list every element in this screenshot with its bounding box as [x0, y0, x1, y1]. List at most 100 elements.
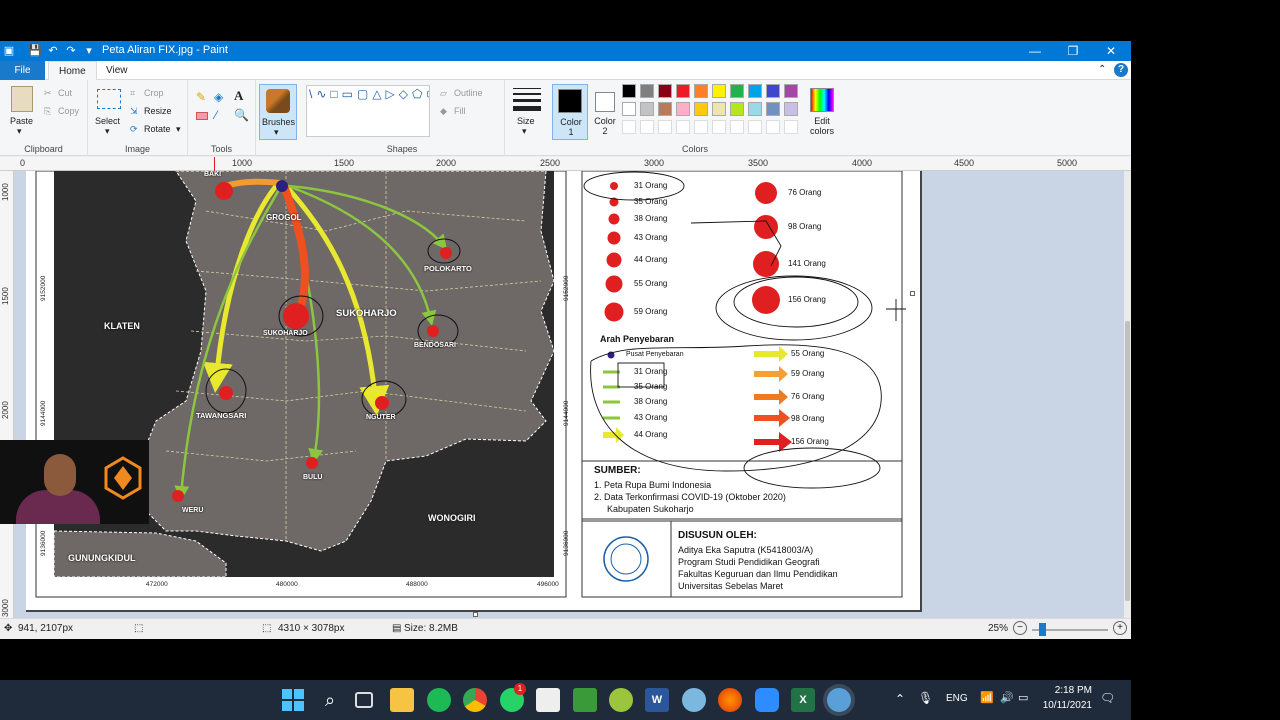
close-button[interactable]: ✕	[1092, 41, 1130, 61]
palette-swatch[interactable]	[712, 84, 726, 98]
select-button[interactable]: Select	[95, 116, 120, 126]
volume-icon[interactable]: 🔊	[1000, 691, 1014, 704]
collapse-ribbon-icon[interactable]: ⌃	[1098, 64, 1106, 75]
word-icon[interactable]: W	[645, 688, 669, 712]
palette-custom-swatch[interactable]	[766, 120, 780, 134]
edit-colors-button[interactable]: Edit colors	[806, 84, 838, 140]
palette-custom-swatch[interactable]	[676, 120, 690, 134]
minimize-button[interactable]: —	[1016, 41, 1054, 61]
rotate-button[interactable]: Rotate	[144, 124, 171, 134]
language-indicator[interactable]: ENG	[946, 693, 968, 704]
magnifier-icon[interactable]: 🔍	[234, 108, 249, 122]
firefox-icon[interactable]	[718, 688, 742, 712]
chrome-icon[interactable]	[463, 688, 487, 712]
palette-swatch[interactable]	[694, 84, 708, 98]
magnifier-app-icon[interactable]	[682, 688, 706, 712]
redo-icon[interactable]: ↷	[64, 44, 78, 58]
palette-swatch[interactable]	[676, 84, 690, 98]
vertical-scrollbar[interactable]	[1124, 171, 1131, 618]
brushes-button[interactable]: Brushes ▾	[259, 84, 297, 140]
shapes-gallery[interactable]: \∿□▭▢△▷◇⬠⬡⇦⇨⇧⇩✦☆✩▭○◯♡⚡	[306, 85, 430, 137]
sketchup-icon[interactable]	[573, 688, 597, 712]
palette-swatch[interactable]	[766, 102, 780, 116]
tab-view[interactable]: View	[96, 61, 138, 80]
palette-swatch[interactable]	[748, 102, 762, 116]
zoom-app-icon[interactable]	[755, 688, 779, 712]
palette-custom-swatch[interactable]	[784, 120, 798, 134]
palette-swatch[interactable]	[730, 102, 744, 116]
eraser-icon[interactable]	[196, 112, 208, 120]
maximize-button[interactable]: ❐	[1054, 41, 1092, 61]
size-button[interactable]: Size ▾	[508, 84, 546, 140]
palette-swatch[interactable]	[676, 102, 690, 116]
color-picker-icon[interactable]: ⁄	[215, 108, 217, 122]
palette-swatch[interactable]	[730, 84, 744, 98]
tab-file[interactable]: File	[0, 61, 45, 80]
clock-time[interactable]: 2:18 PM	[1046, 685, 1092, 696]
resize-button[interactable]: Resize	[144, 106, 172, 116]
battery-icon[interactable]: ▭	[1018, 691, 1028, 704]
palette-swatch[interactable]	[640, 84, 654, 98]
canvas-resize-handle-right[interactable]	[910, 291, 915, 296]
microphone-icon[interactable]: 🎙	[918, 691, 933, 705]
palette-swatch[interactable]	[622, 84, 636, 98]
palette-swatch[interactable]	[766, 84, 780, 98]
fill-bucket-icon[interactable]: ◈	[214, 90, 223, 104]
palette-swatch[interactable]	[784, 84, 798, 98]
palette-swatch[interactable]	[784, 102, 798, 116]
file-explorer-icon[interactable]	[390, 688, 414, 712]
help-icon[interactable]: ?	[1114, 63, 1128, 77]
palette-custom-swatch[interactable]	[658, 120, 672, 134]
palette-custom-swatch[interactable]	[622, 120, 636, 134]
paint-taskbar-icon[interactable]	[827, 688, 851, 712]
task-view-icon[interactable]	[355, 692, 373, 708]
palette-custom-swatch[interactable]	[730, 120, 744, 134]
spotify-icon[interactable]	[427, 688, 451, 712]
palette-swatch[interactable]	[694, 102, 708, 116]
excel-icon[interactable]: X	[791, 688, 815, 712]
notifications-icon[interactable]: 🗨	[1100, 691, 1115, 705]
palette-custom-swatch[interactable]	[748, 120, 762, 134]
palette-swatch[interactable]	[658, 84, 672, 98]
palette-custom-swatch[interactable]	[640, 120, 654, 134]
ruler-tick: 5000	[1057, 158, 1078, 168]
palette-custom-swatch[interactable]	[694, 120, 708, 134]
palette-custom-swatch[interactable]	[712, 120, 726, 134]
paste-icon[interactable]	[11, 86, 33, 112]
save-icon[interactable]: 💾	[28, 44, 42, 58]
calendar-icon[interactable]	[536, 688, 560, 712]
cut-button[interactable]: Cut	[58, 88, 72, 98]
outline-dropdown[interactable]: Outline	[454, 88, 483, 98]
canvas-area[interactable]: BAKI GROGOL POLOKARTO KLATEN SUKOHARJO SUKOHA…	[14, 171, 1124, 618]
qgis-icon[interactable]	[609, 688, 633, 712]
scrollbar-thumb[interactable]	[1125, 321, 1130, 601]
palette-swatch[interactable]	[622, 102, 636, 116]
paste-button[interactable]: Paste	[10, 116, 33, 126]
windows-start-icon[interactable]	[281, 688, 305, 712]
zoom-in-button[interactable]: +	[1113, 621, 1127, 635]
palette-swatch[interactable]	[748, 84, 762, 98]
tab-home[interactable]: Home	[48, 61, 97, 81]
text-tool-icon[interactable]: A	[234, 88, 243, 104]
color2-button[interactable]: Color 2	[590, 84, 620, 140]
search-icon[interactable]: ⌕	[318, 688, 342, 712]
copy-button[interactable]: Copy	[58, 106, 79, 116]
wifi-icon[interactable]: 📶	[980, 691, 994, 704]
pencil-icon[interactable]: ✎	[196, 90, 206, 104]
whatsapp-icon[interactable]: 1	[500, 683, 526, 712]
palette-swatch[interactable]	[658, 102, 672, 116]
select-icon[interactable]	[97, 89, 121, 109]
fill-dropdown[interactable]: Fill	[454, 106, 466, 116]
canvas-resize-handle[interactable]	[473, 612, 478, 617]
zoom-slider-thumb[interactable]	[1039, 623, 1046, 636]
palette-swatch[interactable]	[640, 102, 654, 116]
zoom-out-button[interactable]: −	[1013, 621, 1027, 635]
clock-date[interactable]: 10/11/2021	[1040, 700, 1092, 711]
crop-button[interactable]: Crop	[144, 88, 164, 98]
color1-button[interactable]: Color 1	[552, 84, 588, 140]
image-canvas[interactable]: BAKI GROGOL POLOKARTO KLATEN SUKOHARJO SUKOHA…	[26, 171, 922, 612]
palette-swatch[interactable]	[712, 102, 726, 116]
quick-access-dropdown-icon[interactable]: ▾	[82, 44, 96, 58]
undo-icon[interactable]: ↶	[46, 44, 60, 58]
show-hidden-icons-icon[interactable]: ⌃	[895, 692, 905, 706]
